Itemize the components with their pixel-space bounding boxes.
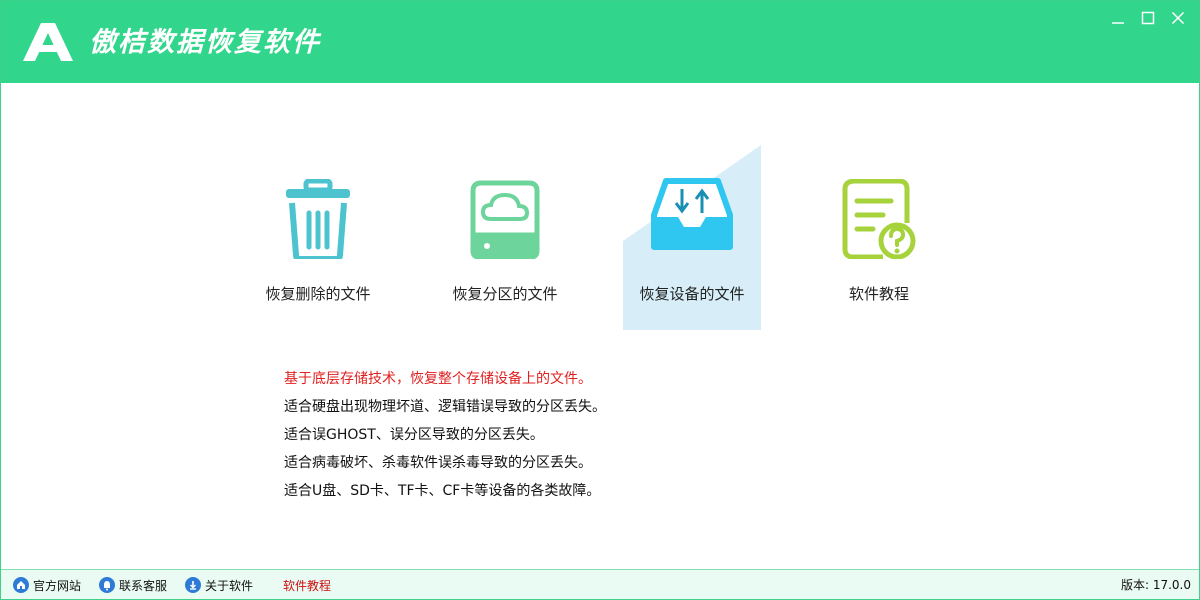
tile-label: 恢复设备的文件 bbox=[639, 285, 745, 303]
feature-description: 基于底层存储技术，恢复整个存储设备上的文件。 适合硬盘出现物理坏道、逻辑错误导致… bbox=[284, 365, 606, 505]
description-line: 适合硬盘出现物理坏道、逻辑错误导致的分区丢失。 bbox=[284, 399, 606, 415]
tutorial-link[interactable]: 软件教程 bbox=[283, 576, 331, 594]
trash-icon bbox=[286, 179, 350, 259]
description-line: 适合病毒破坏、杀毒软件误杀毒导致的分区丢失。 bbox=[284, 455, 592, 471]
about-software-label: 关于软件 bbox=[205, 578, 254, 593]
title-bar: 傲桔数据恢复软件 bbox=[1, 1, 1199, 83]
official-site-link[interactable]: 官方网站 bbox=[13, 576, 81, 594]
maximize-icon bbox=[1141, 11, 1155, 25]
tile-tutorial[interactable]: 软件教程 bbox=[810, 145, 948, 330]
official-site-label: 官方网站 bbox=[33, 578, 82, 593]
description-line: 适合U盘、SD卡、TF卡、CF卡等设备的各类故障。 bbox=[284, 483, 601, 499]
minimize-icon bbox=[1112, 22, 1124, 24]
info-download-icon bbox=[185, 577, 201, 593]
hard-drive-cloud-icon bbox=[470, 180, 540, 259]
document-help-icon bbox=[842, 179, 916, 259]
description-line: 适合误GHOST、误分区导致的分区丢失。 bbox=[284, 427, 544, 443]
tile-label: 恢复分区的文件 bbox=[452, 285, 558, 303]
home-icon bbox=[13, 577, 29, 593]
tile-label: 恢复删除的文件 bbox=[265, 285, 371, 303]
minimize-button[interactable] bbox=[1103, 7, 1133, 29]
tile-label: 软件教程 bbox=[848, 285, 909, 303]
maximize-button[interactable] bbox=[1133, 7, 1163, 29]
tile-recover-deleted[interactable]: 恢复删除的文件 bbox=[249, 145, 387, 330]
feature-tiles: 恢复删除的文件 恢复分区的文件 恢复设备的文件 软件教程 bbox=[249, 145, 949, 330]
app-title: 傲桔数据恢复软件 bbox=[89, 27, 321, 58]
version-text: 版本: 17.0.0 bbox=[1120, 578, 1191, 592]
window-controls bbox=[1103, 7, 1193, 29]
bell-icon bbox=[99, 577, 115, 593]
status-bar: 官方网站 联系客服 关于软件 软件教程 版本: 17.0.0 bbox=[1, 569, 1199, 599]
app-logo-icon bbox=[23, 23, 73, 61]
tile-recover-device[interactable]: 恢复设备的文件 bbox=[623, 145, 761, 330]
device-tray-icon bbox=[651, 178, 733, 250]
tile-recover-partition[interactable]: 恢复分区的文件 bbox=[436, 145, 574, 330]
contact-service-label: 联系客服 bbox=[119, 578, 168, 593]
about-software-link[interactable]: 关于软件 bbox=[185, 576, 253, 594]
app-window: 傲桔数据恢复软件 恢复删除的文件 恢复分区的文件 恢复设备的文件 软件教程 基于… bbox=[0, 0, 1200, 600]
close-icon bbox=[1171, 11, 1185, 25]
description-highlight: 基于底层存储技术，恢复整个存储设备上的文件。 bbox=[284, 371, 592, 387]
close-button[interactable] bbox=[1163, 7, 1193, 29]
contact-service-link[interactable]: 联系客服 bbox=[99, 576, 167, 594]
